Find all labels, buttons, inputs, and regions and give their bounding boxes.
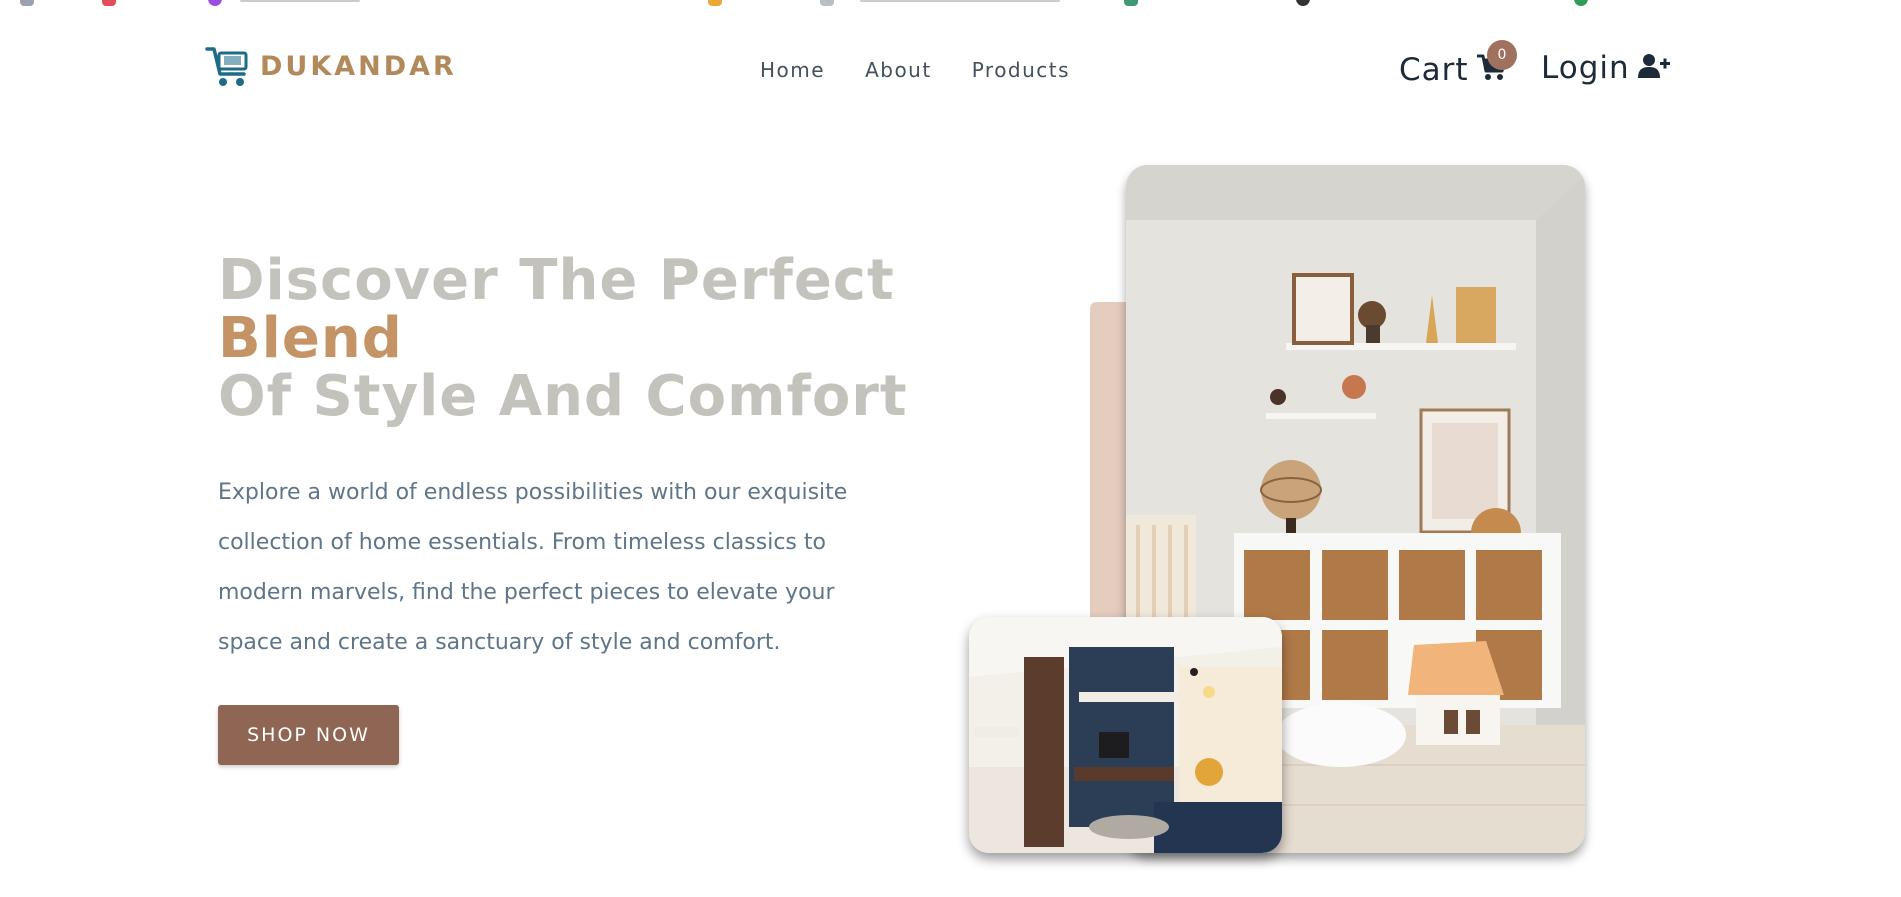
bookmark-bar-strip [0, 0, 1901, 6]
bookmark-icon[interactable] [208, 0, 222, 6]
user-plus-icon [1637, 53, 1670, 83]
nav-link-products[interactable]: Products [972, 58, 1070, 82]
hero-title-accent: Blend [218, 306, 403, 371]
main-menu: Home About Products [760, 58, 1070, 82]
bookmark-icon[interactable] [820, 0, 834, 6]
shop-now-button[interactable]: SHOP NOW [218, 705, 399, 765]
living-room-image [969, 617, 1282, 853]
bookmark-icon[interactable] [20, 0, 34, 6]
cart-count-badge: 0 [1487, 40, 1517, 70]
nav-link-about[interactable]: About [865, 58, 932, 82]
nav-link-home[interactable]: Home [760, 58, 825, 82]
cart-logo-icon [204, 42, 252, 90]
hero-title: Discover The Perfect Blend Of Style And … [218, 252, 908, 426]
bookmark-icon[interactable] [1124, 0, 1138, 6]
brand-name: DUKANDAR [260, 50, 457, 82]
bookmark-divider [860, 0, 1060, 2]
cart-label: Cart [1399, 52, 1469, 88]
hero-title-line-1: Discover The Perfect [218, 248, 895, 313]
hero-description: Explore a world of endless possibilities… [218, 480, 848, 655]
brand-logo[interactable]: DUKANDAR [204, 42, 457, 90]
bookmark-icon[interactable] [102, 0, 116, 6]
hero-title-line-3: Of Style And Comfort [218, 364, 908, 429]
login-label: Login [1541, 50, 1630, 86]
navbar: DUKANDAR Home About Products Cart 0 Logi… [0, 24, 1901, 114]
cart-button[interactable]: Cart 0 [1399, 40, 1517, 88]
bookmark-divider [240, 0, 360, 2]
bookmark-icon[interactable] [1574, 0, 1588, 6]
bookmark-icon[interactable] [1296, 0, 1310, 6]
bookmark-icon[interactable] [708, 0, 722, 6]
login-button[interactable]: Login [1541, 50, 1670, 86]
